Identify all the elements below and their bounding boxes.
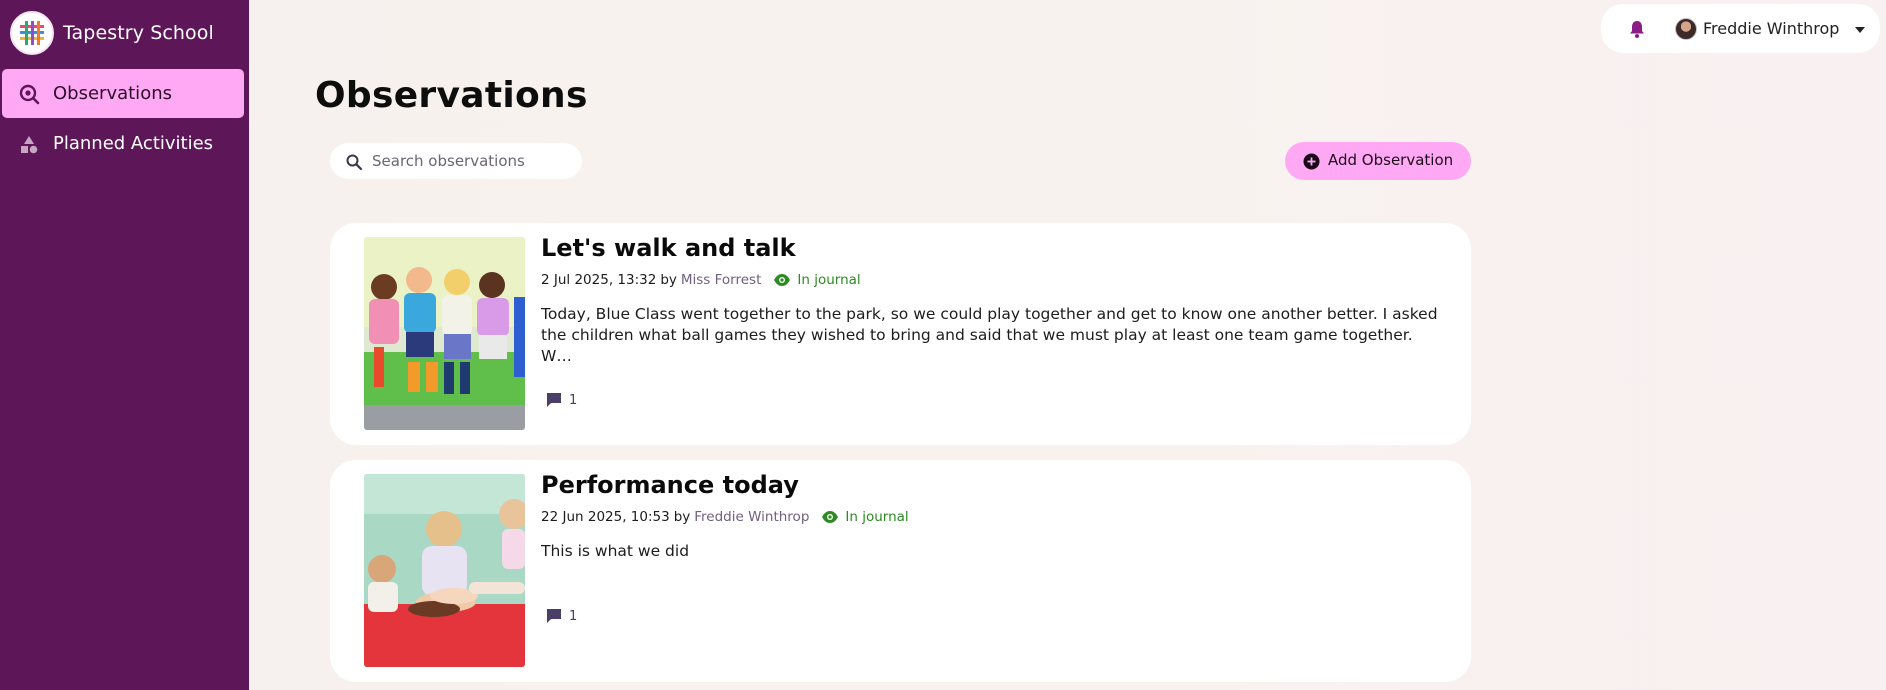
observation-meta: 22 Jun 2025, 10:53 by Freddie Winthrop I…: [541, 509, 909, 525]
observation-excerpt: Today, Blue Class went together to the p…: [541, 305, 1438, 365]
sidebar-item-label: Observations: [53, 83, 172, 104]
sidebar-item-label: Planned Activities: [53, 133, 214, 154]
observation-thumbnail[interactable]: [364, 237, 525, 430]
plus-circle-icon: [1303, 153, 1320, 170]
observation-card[interactable]: Let's walk and talk 2 Jul 2025, 13:32 by…: [330, 223, 1471, 445]
sidebar-item-planned-activities[interactable]: Planned Activities: [2, 119, 244, 168]
observation-excerpt: This is what we did: [541, 542, 690, 560]
observation-author[interactable]: Freddie Winthrop: [694, 509, 809, 525]
search-box[interactable]: [330, 143, 582, 179]
observation-card[interactable]: Performance today 22 Jun 2025, 10:53 by …: [330, 460, 1471, 682]
observation-title[interactable]: Let's walk and talk: [541, 234, 796, 262]
comment-icon: [545, 607, 563, 625]
eye-icon: [821, 510, 839, 524]
chevron-down-icon[interactable]: [1855, 27, 1865, 33]
tapestry-logo-icon: [10, 10, 54, 55]
observations-icon: [17, 82, 41, 106]
comments-count[interactable]: 1: [545, 391, 577, 409]
comment-count: 1: [569, 392, 578, 408]
brand-name: Tapestry School: [63, 21, 214, 44]
shapes-icon: [17, 132, 41, 156]
observation-date: 22 Jun 2025, 10:53: [541, 509, 670, 525]
journal-status: In journal: [845, 509, 909, 525]
brand[interactable]: Tapestry School: [10, 10, 214, 55]
sidebar: Tapestry School Observations Planned Act…: [0, 0, 249, 690]
comments-count[interactable]: 1: [545, 607, 577, 625]
sidebar-item-observations[interactable]: Observations: [2, 69, 244, 118]
journal-status: In journal: [797, 272, 861, 288]
by-label: by: [673, 509, 691, 525]
bell-icon[interactable]: [1627, 19, 1647, 39]
user-name[interactable]: Freddie Winthrop: [1703, 19, 1839, 38]
add-observation-label: Add Observation: [1328, 151, 1454, 169]
search-icon: [345, 153, 363, 171]
observation-author[interactable]: Miss Forrest: [681, 272, 762, 288]
by-label: by: [660, 272, 677, 288]
observation-thumbnail[interactable]: [364, 474, 525, 667]
user-menu: Freddie Winthrop: [1601, 4, 1880, 53]
add-observation-button[interactable]: Add Observation: [1285, 142, 1471, 180]
avatar[interactable]: [1675, 18, 1697, 40]
comment-count: 1: [569, 608, 578, 624]
search-input[interactable]: [372, 143, 572, 179]
comment-icon: [545, 391, 563, 409]
eye-icon: [773, 273, 791, 287]
observation-title[interactable]: Performance today: [541, 471, 799, 499]
observation-date: 2 Jul 2025, 13:32: [541, 272, 657, 288]
page-title: Observations: [315, 75, 588, 116]
observation-meta: 2 Jul 2025, 13:32 by Miss Forrest In jou…: [541, 272, 861, 288]
